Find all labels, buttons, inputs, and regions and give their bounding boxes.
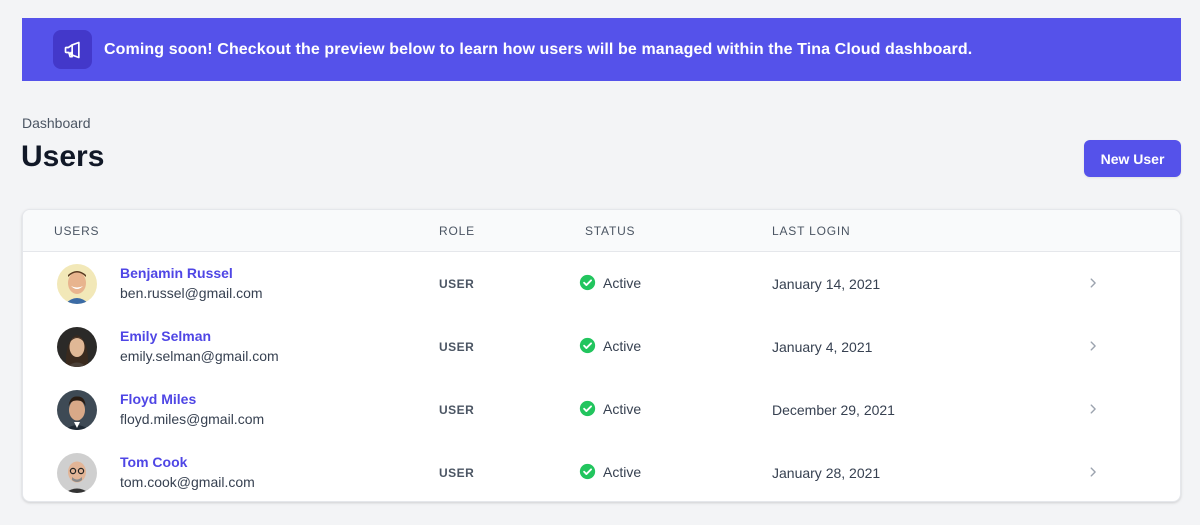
avatar <box>57 327 97 367</box>
page-title: Users <box>21 140 105 173</box>
status-badge: Active <box>579 400 641 417</box>
new-user-button[interactable]: New User <box>1084 140 1181 177</box>
column-header-users: USERS <box>54 224 100 238</box>
table-row[interactable]: Tom Cook tom.cook@gmail.com USER Active … <box>23 441 1180 501</box>
last-login: January 4, 2021 <box>772 339 873 355</box>
user-email: tom.cook@gmail.com <box>120 474 255 490</box>
user-name[interactable]: Benjamin Russel <box>120 265 233 281</box>
megaphone-icon <box>53 30 92 69</box>
chevron-right-icon[interactable] <box>1086 276 1100 290</box>
avatar <box>57 453 97 493</box>
table-header: USERS ROLE STATUS LAST LOGIN <box>23 210 1180 252</box>
breadcrumb[interactable]: Dashboard <box>22 115 91 131</box>
status-text: Active <box>603 463 642 480</box>
last-login: January 14, 2021 <box>772 276 881 292</box>
announcement-banner: Coming soon! Checkout the preview below … <box>22 18 1181 81</box>
avatar <box>57 264 97 304</box>
check-circle-icon <box>579 463 596 480</box>
table-row[interactable]: Floyd Miles floyd.miles@gmail.com USER A… <box>23 378 1180 440</box>
column-header-last-login: LAST LOGIN <box>772 224 851 238</box>
chevron-right-icon[interactable] <box>1086 339 1100 353</box>
chevron-right-icon[interactable] <box>1086 402 1100 416</box>
user-email: ben.russel@gmail.com <box>120 285 263 301</box>
status-text: Active <box>603 337 642 354</box>
user-role: USER <box>439 340 475 354</box>
user-email: floyd.miles@gmail.com <box>120 411 265 427</box>
banner-text: Coming soon! Checkout the preview below … <box>104 40 973 58</box>
check-circle-icon <box>579 274 596 291</box>
last-login: December 29, 2021 <box>772 402 895 418</box>
status-badge: Active <box>579 274 641 291</box>
table-row[interactable]: Benjamin Russel ben.russel@gmail.com USE… <box>23 252 1180 314</box>
user-role: USER <box>439 466 475 480</box>
status-badge: Active <box>579 337 641 354</box>
check-circle-icon <box>579 400 596 417</box>
user-name[interactable]: Emily Selman <box>120 328 211 344</box>
user-name[interactable]: Tom Cook <box>120 454 187 470</box>
status-text: Active <box>603 400 642 417</box>
user-name[interactable]: Floyd Miles <box>120 391 196 407</box>
user-email: emily.selman@gmail.com <box>120 348 279 364</box>
user-role: USER <box>439 277 475 291</box>
column-header-status: STATUS <box>585 224 636 238</box>
last-login: January 28, 2021 <box>772 465 881 481</box>
users-table: USERS ROLE STATUS LAST LOGIN Benjamin Ru… <box>22 209 1181 502</box>
column-header-role: ROLE <box>439 224 475 238</box>
avatar <box>57 390 97 430</box>
status-badge: Active <box>579 463 641 480</box>
user-role: USER <box>439 403 475 417</box>
check-circle-icon <box>579 337 596 354</box>
chevron-right-icon[interactable] <box>1086 465 1100 479</box>
table-row[interactable]: Emily Selman emily.selman@gmail.com USER… <box>23 315 1180 377</box>
status-text: Active <box>603 274 642 291</box>
